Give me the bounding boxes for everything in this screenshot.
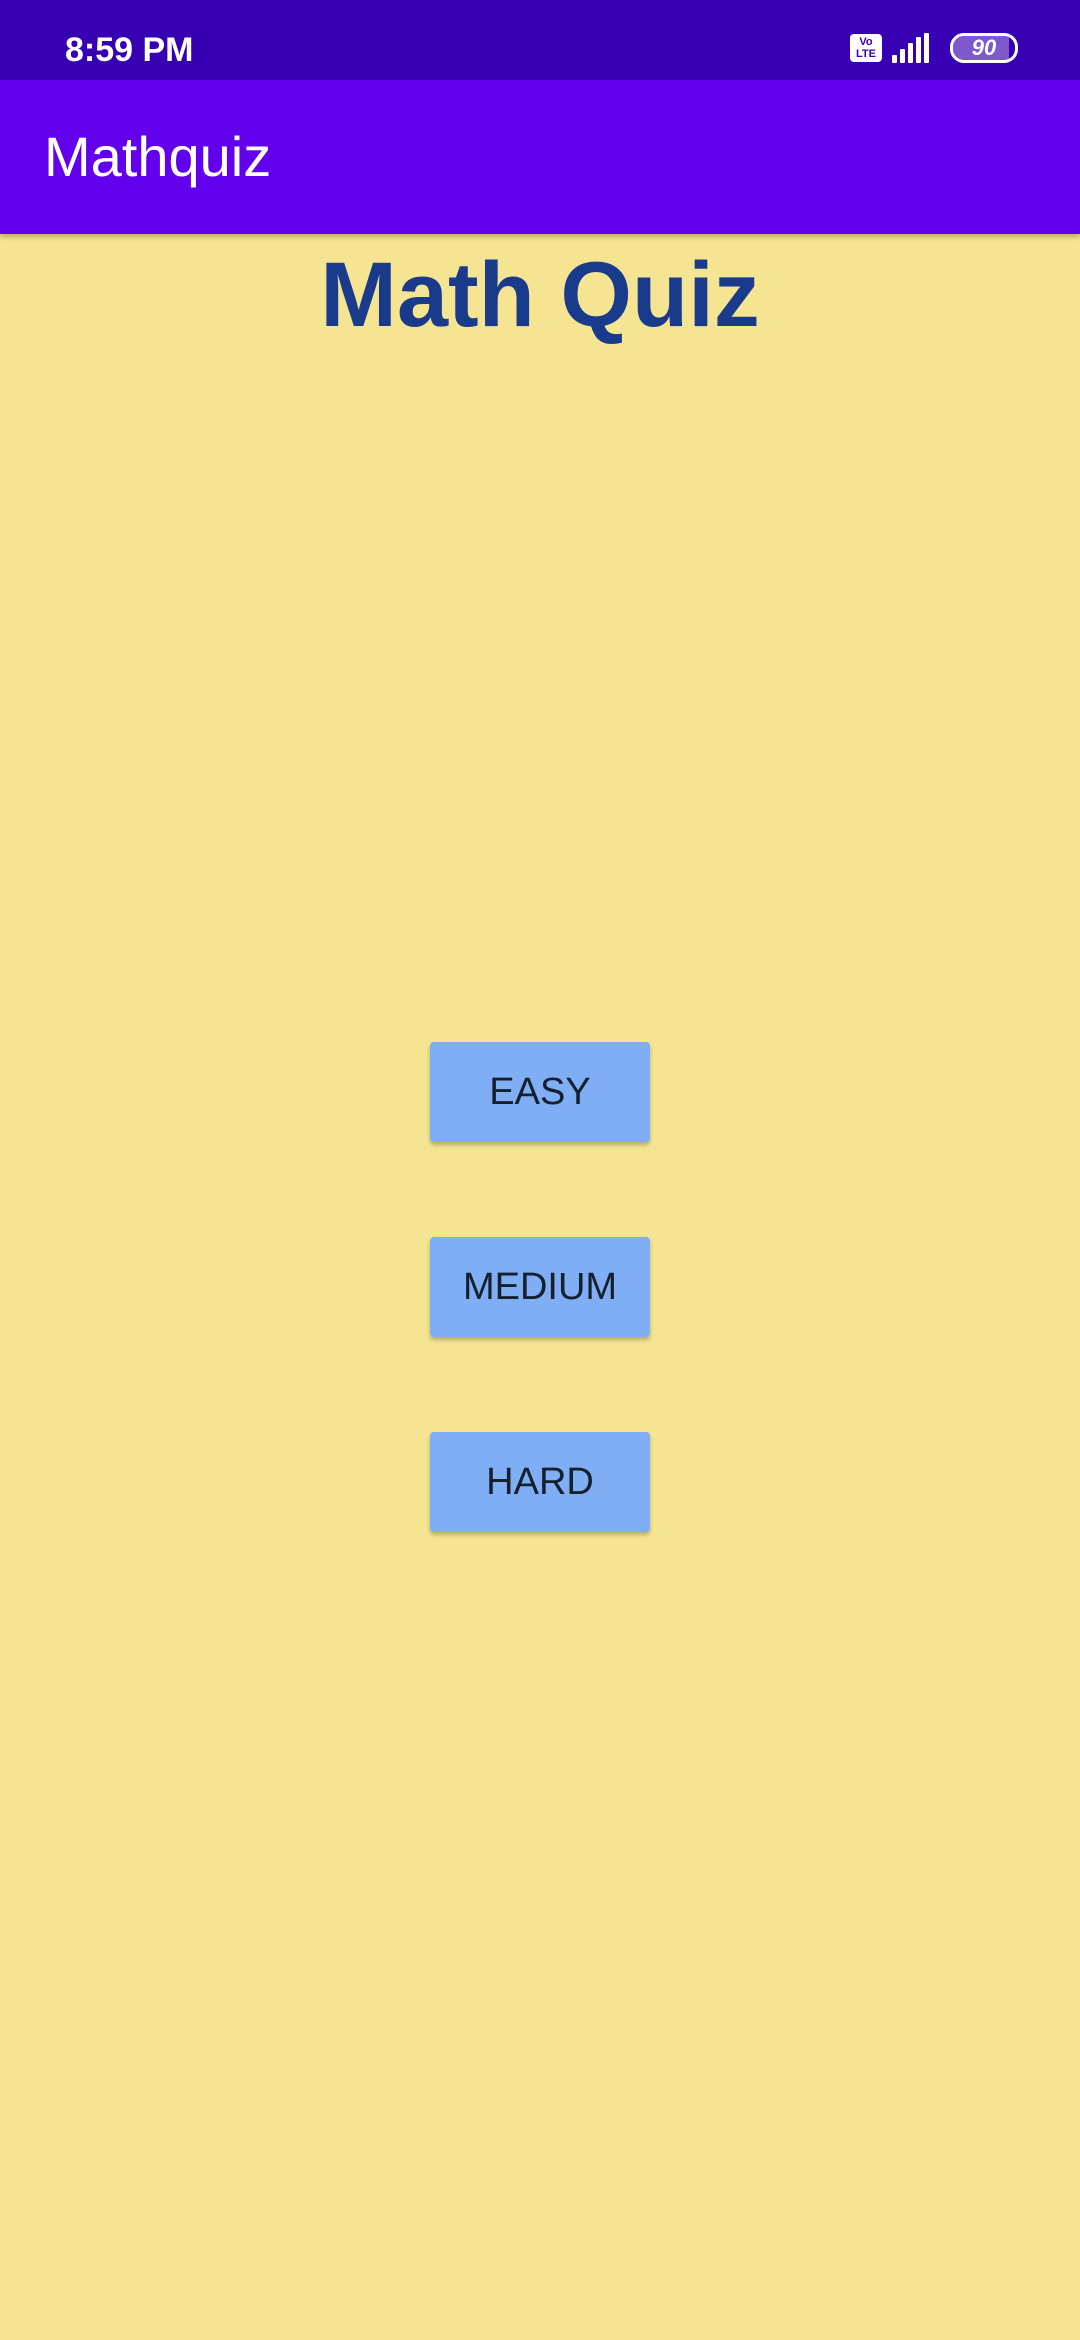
medium-button[interactable]: MEDIUM <box>430 1237 650 1337</box>
battery-icon: 90 <box>950 33 1018 63</box>
app-title: Mathquiz <box>44 125 272 188</box>
page-title: Math Quiz <box>320 244 760 346</box>
battery-level: 90 <box>971 35 997 60</box>
volte-icon: Vo LTE <box>850 34 882 62</box>
signal-icon <box>892 33 934 63</box>
status-time: 8:59 PM <box>65 31 194 69</box>
volte-icon-bottom: LTE <box>856 48 876 60</box>
easy-button[interactable]: EASY <box>430 1042 650 1142</box>
hard-button[interactable]: HARD <box>430 1432 650 1532</box>
app-bar: Mathquiz <box>0 80 1080 234</box>
status-bar: 8:59 PM Vo LTE 90 <box>0 0 1080 80</box>
volte-icon-top: Vo <box>859 36 873 48</box>
status-icons: Vo LTE 90 <box>850 32 1018 64</box>
